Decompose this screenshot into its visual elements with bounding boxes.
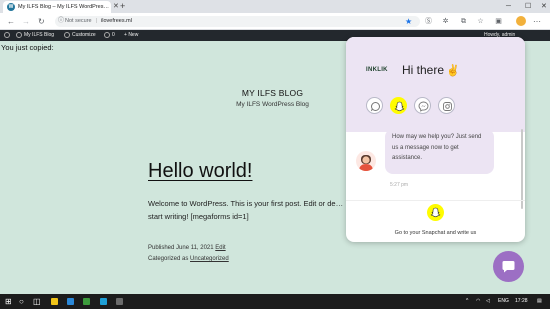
tab-title: My ILFS Blog – My ILFS WordPres… [18,4,109,10]
notifications-icon[interactable]: ▤ [537,294,542,309]
info-icon[interactable]: ⓘ [58,16,64,27]
app-icon-2[interactable] [116,298,123,305]
snapchat-ghost-icon [394,101,405,112]
chat-toggle-button[interactable] [493,251,524,282]
url-text: ilovefrees.ml [101,18,132,24]
post-category-meta: Categorized as Uncategorized [148,256,229,262]
task-view-icon[interactable]: ◫ [33,294,41,309]
new-tab-icon[interactable]: + [120,0,125,13]
agent-avatar [356,151,376,171]
address-separator: | [95,18,98,24]
forward-icon[interactable]: → [22,13,30,30]
admin-site-link[interactable]: My ILFS Blog [16,30,54,41]
back-icon[interactable]: ← [7,13,15,30]
agent-message-bubble: How may we help you? Just send us a mess… [385,129,494,174]
browser-tab[interactable]: W My ILFS Blog – My ILFS WordPres… [3,1,111,13]
edge-browser-icon[interactable] [100,298,107,305]
site-title[interactable]: MY ILFS BLOG [190,88,355,98]
snapchat-cta-label[interactable]: Go to your Snapchat and write us [346,230,525,236]
home-icon [16,31,22,38]
profile-avatar-icon[interactable] [516,16,526,26]
snapchat-ghost-icon [430,207,441,218]
maximize-icon[interactable]: ☐ [525,0,531,13]
wordpress-logo-icon[interactable] [4,30,12,41]
network-icon[interactable]: ◠ [476,294,480,309]
tray-chevron-icon[interactable]: ^ [466,294,468,309]
bookmark-star-icon[interactable]: ★ [405,16,412,27]
wordpress-favicon-icon: W [7,3,15,11]
chat-widget-header: INKLIK Hi there ✌ [346,37,525,132]
snapchat-channel-button[interactable] [390,97,407,114]
chat-scrollbar[interactable] [521,129,523,209]
site-description: My ILFS WordPress Blog [236,101,309,108]
post-body: Welcome to WordPress. This is your first… [148,199,344,221]
agent-person-icon [359,155,373,171]
published-date: Published June 11, 2021 [148,245,214,251]
taskbar-search-icon[interactable]: ○ [19,294,24,309]
admin-customize-label: Customize [72,32,96,38]
whatsapp-channel-button[interactable] [366,97,383,114]
chat-bubble-icon [502,261,515,273]
admin-comments-link[interactable]: 0 [104,30,115,41]
messenger-icon [418,101,429,112]
app-icon[interactable] [83,298,90,305]
address-toolbar: ← → ↻ ⓘ Not secure | ilovefrees.ml ★ Ⓢ ✲ ⧉… [0,13,550,30]
volume-icon[interactable]: ◁ [486,294,490,309]
copied-notice: You just copied: [1,43,54,52]
address-input[interactable]: ⓘ Not secure | ilovefrees.ml [55,16,420,27]
language-indicator[interactable]: ENG [498,294,509,309]
victory-hand-icon: ✌ [446,65,460,77]
tab-strip: W My ILFS Blog – My ILFS WordPres… ✕ + ─… [0,0,550,13]
windows-taskbar: ⊞ ○ ◫ ^ ◠ ◁ ENG 17:28 ▤ [0,294,550,309]
post-published-meta: Published June 11, 2021 Edit [148,245,226,251]
extensions-puzzle-icon[interactable]: ✲ [441,17,450,26]
chat-widget-panel: INKLIK Hi there ✌ How may we help you? J… [346,37,525,242]
category-link[interactable]: Uncategorized [190,256,229,262]
comments-count: 0 [112,32,115,38]
admin-new-label: New [128,32,139,38]
minimize-icon[interactable]: ─ [506,0,511,13]
tab-close-icon[interactable]: ✕ [113,0,119,13]
store-icon[interactable] [67,298,74,305]
whatsapp-icon [371,102,380,112]
instagram-channel-button[interactable] [438,97,455,114]
message-timestamp: 5:27 pm [390,182,409,188]
admin-new-link[interactable]: + New [124,30,138,41]
categorized-label: Categorized as [148,256,189,262]
instagram-icon [443,102,452,111]
snapchat-cta-button[interactable] [427,204,444,221]
extension-s-icon[interactable]: Ⓢ [424,17,433,26]
chat-divider [346,200,525,201]
collections-icon[interactable]: ▣ [494,17,503,26]
greeting-text: Hi there [402,63,445,77]
split-screen-icon[interactable]: ⧉ [459,17,468,26]
post-title-link[interactable]: Hello world! [148,160,252,183]
brush-icon [64,31,70,38]
favorites-icon[interactable]: ☆ [476,17,485,26]
admin-customize-link[interactable]: Customize [64,30,96,41]
brand-logo: INKLIK [366,67,388,73]
windows-start-icon[interactable]: ⊞ [5,294,12,309]
reload-icon[interactable]: ↻ [38,13,45,30]
messenger-channel-button[interactable] [414,97,431,114]
admin-site-label: My ILFS Blog [24,32,55,38]
window-close-icon[interactable]: ✕ [541,0,547,13]
comment-icon [104,31,110,38]
clock[interactable]: 17:28 [515,294,528,309]
security-label: Not secure [65,18,92,24]
browser-menu-icon[interactable]: ⋯ [533,13,541,30]
greeting-heading: Hi there ✌ [402,63,460,77]
edit-post-link[interactable]: Edit [215,245,225,251]
file-explorer-icon[interactable] [51,298,58,305]
